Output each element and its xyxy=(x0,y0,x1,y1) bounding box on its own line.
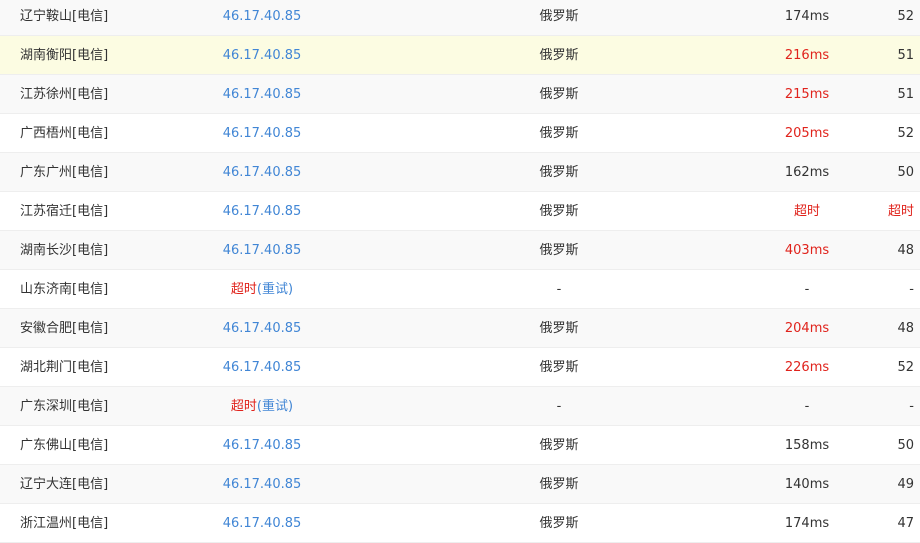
ttl-value: 52 xyxy=(897,126,914,141)
ttl-value: 48 xyxy=(897,243,914,258)
ip-address-link[interactable]: 46.17.40.85 xyxy=(192,465,332,504)
response-time: 205ms xyxy=(784,126,830,141)
timeout-label: 超时 xyxy=(230,399,257,414)
response-time: - xyxy=(804,282,810,297)
ttl-value: 51 xyxy=(897,48,914,63)
node-location: 湖北荆门[电信] xyxy=(20,360,109,375)
ttl-value: 52 xyxy=(897,360,914,375)
retry-link[interactable]: (重试) xyxy=(257,282,293,297)
ttl-value: 50 xyxy=(897,438,914,453)
timeout-label: 超时 xyxy=(230,282,257,297)
node-location: 广东佛山[电信] xyxy=(20,438,109,453)
ip-address-link[interactable]: 46.17.40.85 xyxy=(192,192,332,231)
ttl-value: 48 xyxy=(897,321,914,336)
table-row: 广东广州[电信] 46.17.40.85 俄罗斯 162ms 50 xyxy=(0,153,920,192)
response-time: 174ms xyxy=(784,516,830,531)
ip-address-link[interactable]: 46.17.40.85 xyxy=(192,348,332,387)
ip-address-link[interactable]: 46.17.40.85 xyxy=(192,114,332,153)
response-time: 158ms xyxy=(784,438,830,453)
table-row: 湖南长沙[电信] 46.17.40.85 俄罗斯 403ms 48 xyxy=(0,231,920,270)
node-location: 广西梧州[电信] xyxy=(20,126,109,141)
response-time: 403ms xyxy=(784,243,830,258)
ip-geolocation: 俄罗斯 xyxy=(539,87,579,102)
ip-address-link[interactable]: 46.17.40.85 xyxy=(192,0,332,36)
ip-geolocation: 俄罗斯 xyxy=(539,516,579,531)
node-location: 浙江温州[电信] xyxy=(20,516,109,531)
ip-geolocation: - xyxy=(556,282,562,297)
node-location: 辽宁鞍山[电信] xyxy=(20,9,109,24)
ip-geolocation: 俄罗斯 xyxy=(539,126,579,141)
response-time: 216ms xyxy=(784,48,830,63)
ttl-value: - xyxy=(909,282,914,297)
ip-geolocation: 俄罗斯 xyxy=(539,321,579,336)
ttl-value: - xyxy=(909,399,914,414)
ip-geolocation: 俄罗斯 xyxy=(539,9,579,24)
ttl-value: 50 xyxy=(897,165,914,180)
node-location: 江苏宿迁[电信] xyxy=(20,204,109,219)
table-row: 广东佛山[电信] 46.17.40.85 俄罗斯 158ms 50 xyxy=(0,426,920,465)
response-time: 226ms xyxy=(784,360,830,375)
node-location: 安徽合肥[电信] xyxy=(20,321,109,336)
node-location: 辽宁大连[电信] xyxy=(20,477,109,492)
ip-timeout-cell: 超时(重试) xyxy=(192,270,332,309)
ttl-value: 51 xyxy=(897,87,914,102)
table-row: 山东济南[电信] 超时(重试) - - - xyxy=(0,270,920,309)
node-location: 湖南长沙[电信] xyxy=(20,243,109,258)
ip-geolocation: 俄罗斯 xyxy=(539,477,579,492)
table-row: 安徽合肥[电信] 46.17.40.85 俄罗斯 204ms 48 xyxy=(0,309,920,348)
ip-geolocation: 俄罗斯 xyxy=(539,243,579,258)
ip-address-link[interactable]: 46.17.40.85 xyxy=(192,504,332,543)
table-row: 辽宁鞍山[电信] 46.17.40.85 俄罗斯 174ms 52 xyxy=(0,0,920,36)
ttl-value: 52 xyxy=(897,9,914,24)
ip-address-link[interactable]: 46.17.40.85 xyxy=(192,309,332,348)
ip-address-link[interactable]: 46.17.40.85 xyxy=(192,231,332,270)
table-row: 湖南衡阳[电信] 46.17.40.85 俄罗斯 216ms 51 xyxy=(0,36,920,75)
table-row: 江苏宿迁[电信] 46.17.40.85 俄罗斯 超时 超时 xyxy=(0,192,920,231)
node-location: 江苏徐州[电信] xyxy=(20,87,109,102)
node-location: 山东济南[电信] xyxy=(20,282,109,297)
retry-link[interactable]: (重试) xyxy=(257,399,293,414)
ip-address-link[interactable]: 46.17.40.85 xyxy=(192,36,332,75)
response-time: 215ms xyxy=(784,87,830,102)
node-location: 湖南衡阳[电信] xyxy=(20,48,109,63)
node-location: 广东深圳[电信] xyxy=(20,399,109,414)
response-time: 超时 xyxy=(793,204,820,219)
table-row: 广西梧州[电信] 46.17.40.85 俄罗斯 205ms 52 xyxy=(0,114,920,153)
ip-geolocation: 俄罗斯 xyxy=(539,48,579,63)
response-time: 140ms xyxy=(784,477,830,492)
table-row: 湖北荆门[电信] 46.17.40.85 俄罗斯 226ms 52 xyxy=(0,348,920,387)
ip-geolocation: 俄罗斯 xyxy=(539,165,579,180)
response-time: 204ms xyxy=(784,321,830,336)
response-time: 162ms xyxy=(784,165,830,180)
ip-timeout-cell: 超时(重试) xyxy=(192,387,332,426)
table-row: 辽宁大连[电信] 46.17.40.85 俄罗斯 140ms 49 xyxy=(0,465,920,504)
response-time: 174ms xyxy=(784,9,830,24)
table-row: 浙江温州[电信] 46.17.40.85 俄罗斯 174ms 47 xyxy=(0,504,920,543)
table-row: 江苏徐州[电信] 46.17.40.85 俄罗斯 215ms 51 xyxy=(0,75,920,114)
node-location: 广东广州[电信] xyxy=(20,165,109,180)
ip-geolocation: 俄罗斯 xyxy=(539,204,579,219)
ip-geolocation: - xyxy=(556,399,562,414)
ttl-value: 47 xyxy=(897,516,914,531)
ip-geolocation: 俄罗斯 xyxy=(539,360,579,375)
ip-address-link[interactable]: 46.17.40.85 xyxy=(192,75,332,114)
ttl-value: 49 xyxy=(897,477,914,492)
ping-results-table: 辽宁鞍山[电信] 46.17.40.85 俄罗斯 174ms 52 湖南衡阳[电信] 46.… xyxy=(0,0,920,543)
ip-address-link[interactable]: 46.17.40.85 xyxy=(192,426,332,465)
ip-address-link[interactable]: 46.17.40.85 xyxy=(192,153,332,192)
response-time: - xyxy=(804,399,810,414)
table-row: 广东深圳[电信] 超时(重试) - - - xyxy=(0,387,920,426)
ip-geolocation: 俄罗斯 xyxy=(539,438,579,453)
ttl-value: 超时 xyxy=(887,204,914,219)
